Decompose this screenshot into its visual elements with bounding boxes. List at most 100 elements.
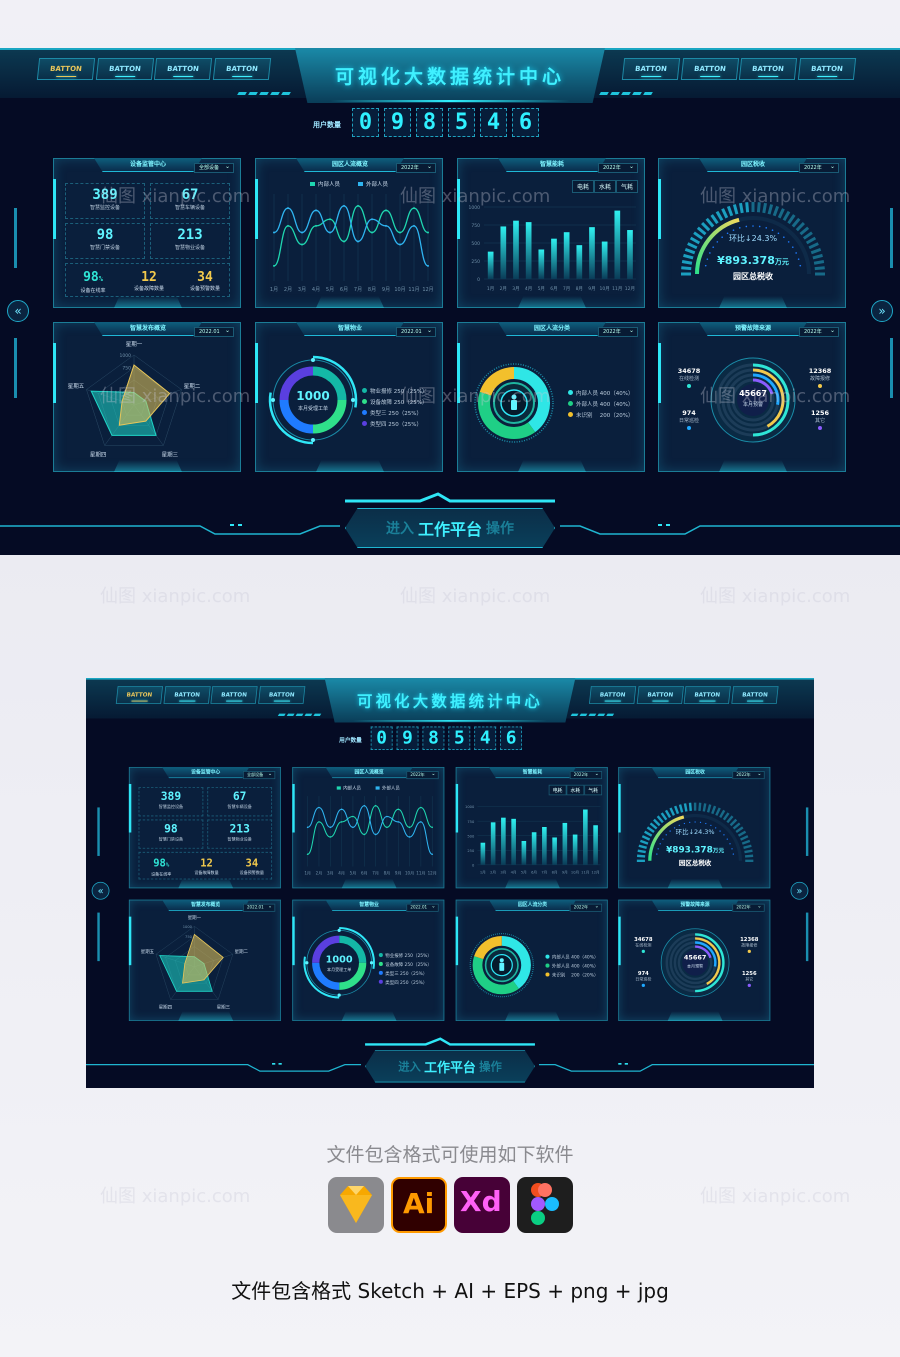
gauge-dot — [705, 822, 707, 825]
nav-button-right-3[interactable]: BATTON — [683, 686, 731, 704]
warning-item-value: 974 — [682, 409, 696, 417]
panel-title: 设备监管中心 — [162, 766, 250, 779]
gauge-segment — [722, 812, 730, 821]
device-stat-box: 213 智慧物业设备 — [150, 223, 230, 259]
device-stat-box: 98 智慧门禁设备 — [138, 819, 204, 849]
tax-ratio: 环比↓24.3% — [675, 828, 715, 836]
data-point — [427, 264, 429, 267]
enter-workbench-button[interactable]: 进入 工作平台 操作 — [345, 508, 555, 548]
dashboard: 可视化大数据统计中心 用户数量 098546 « » 设备监管中心 全部设备 3… — [86, 678, 814, 1088]
radar-axis-label: 星期三 — [217, 1004, 231, 1010]
device-summary-label: 设备故障数量 — [194, 870, 219, 876]
gauge-segment — [641, 835, 651, 841]
legend-swatch — [336, 786, 341, 790]
warning-item-dot — [747, 983, 751, 987]
nav-button-left-2[interactable]: BATTON — [163, 686, 211, 704]
radar-chart: 星期一星期二星期三 星期四 星期五 1000 750 — [68, 341, 201, 458]
legend-label: 外部人员 400（40%） — [576, 402, 634, 408]
device-select[interactable]: 全部设备 — [242, 770, 276, 780]
device-summary-item: 98% 设备在线率 — [68, 267, 118, 294]
property-legend-item: 类型四 250（25%） — [378, 979, 432, 985]
decor-dashes — [277, 713, 322, 717]
ring-dot — [305, 961, 309, 965]
legend-label: 内部人员 — [318, 180, 341, 188]
warning-item: 34678 在线检测 — [630, 936, 656, 955]
bar — [593, 825, 598, 865]
nav-button-left-4[interactable]: BATTON — [212, 58, 272, 80]
enter-post: 操作 — [486, 521, 514, 537]
gauge-dot — [732, 229, 735, 231]
title-glow — [352, 720, 548, 722]
property-center-label: 本月受理工单 — [327, 967, 352, 973]
bar — [513, 220, 519, 279]
legend-swatch — [375, 786, 380, 790]
left-side-decor: « — [6, 188, 36, 408]
bar — [500, 226, 507, 279]
device-stat-value: 389 — [160, 790, 182, 804]
property-center-value: 1000 — [296, 389, 330, 403]
warning-item-label: 在线检测 — [635, 943, 652, 949]
y-tick-label: 1000 — [469, 205, 481, 211]
device-summary-value: 98% — [141, 858, 181, 872]
nav-button-left-1[interactable]: BATTON — [36, 58, 96, 80]
nav-button-right-3[interactable]: BATTON — [738, 58, 798, 80]
warning-item-value: 12368 — [808, 367, 832, 375]
chevrons-left-icon[interactable]: « — [7, 300, 29, 322]
legend-label: 未识别 200（20%） — [551, 973, 599, 979]
bar — [487, 251, 494, 279]
gauge-dot — [738, 227, 741, 229]
y-tick-label: 250 — [471, 259, 480, 265]
device-stat-value: 98 — [164, 822, 178, 836]
warning-center-label: 本月预警 — [687, 964, 704, 970]
nav-button-left-1[interactable]: BATTON — [115, 686, 163, 704]
chevrons-right-icon[interactable]: » — [871, 300, 893, 322]
enter-workbench-button[interactable]: 进入 工作平台 操作 — [365, 1050, 535, 1083]
nav-button-left-3[interactable]: BATTON — [153, 58, 213, 80]
title-plate: 可视化大数据统计中心 — [324, 678, 576, 723]
x-tick-label: 3月 — [512, 286, 519, 292]
radar-tick-label: 1000 — [183, 925, 193, 929]
user-count-digits: 098546 — [352, 108, 539, 137]
nav-button-right-2[interactable]: BATTON — [636, 686, 684, 704]
ring-dot — [351, 398, 355, 402]
nav-button-right-4[interactable]: BATTON — [731, 686, 779, 704]
ring-dot — [337, 993, 341, 997]
data-point — [287, 224, 289, 227]
chevrons-left-icon[interactable]: « — [91, 881, 110, 900]
nav-button-right-1[interactable]: BATTON — [589, 686, 637, 704]
warning-item-label: 故障报修 — [809, 376, 830, 382]
gauge-dot — [699, 821, 702, 824]
warning-item-dot — [641, 949, 645, 954]
data-point — [408, 826, 411, 829]
device-stat-value: 389 — [92, 187, 118, 203]
device-summary-number: 12 — [200, 857, 213, 870]
x-tick-label: 8月 — [576, 286, 583, 292]
nav-button-right-1[interactable]: BATTON — [621, 58, 681, 80]
device-select[interactable]: 全部设备 — [194, 162, 234, 173]
gauge-segment — [745, 202, 750, 213]
data-point — [399, 231, 401, 234]
data-point — [329, 836, 332, 838]
data-point — [352, 815, 354, 818]
tax-panel: 园区税收 2022年 环比↓24.3% ¥893.378万元 园区总税收 — [658, 158, 846, 308]
y-tick-label: 250 — [467, 849, 475, 853]
radar-axis-label: 星期四 — [90, 451, 107, 458]
watermark: 仙图 xianpic.com — [100, 1186, 251, 1207]
gauge-segment — [660, 812, 668, 821]
gauge-segment — [791, 217, 801, 228]
nav-button-right-2[interactable]: BATTON — [680, 58, 740, 80]
warning-item: 1256 其它 — [804, 409, 836, 432]
bar — [511, 818, 516, 865]
nav-button-left-2[interactable]: BATTON — [95, 58, 155, 80]
nav-button-right-4[interactable]: BATTON — [797, 58, 857, 80]
x-tick-label: 7月 — [541, 870, 547, 875]
chevrons-right-icon[interactable]: » — [790, 881, 809, 900]
warning-item-dot — [641, 983, 645, 987]
nav-button-left-3[interactable]: BATTON — [210, 686, 258, 704]
nav-button-left-4[interactable]: BATTON — [258, 686, 306, 704]
x-tick-label: 8月 — [384, 871, 391, 876]
radar-tick-label: 750 — [185, 935, 193, 939]
decor-dashes — [570, 713, 615, 717]
x-tick-label: 4月 — [312, 287, 320, 293]
decor-dashes — [599, 92, 653, 96]
